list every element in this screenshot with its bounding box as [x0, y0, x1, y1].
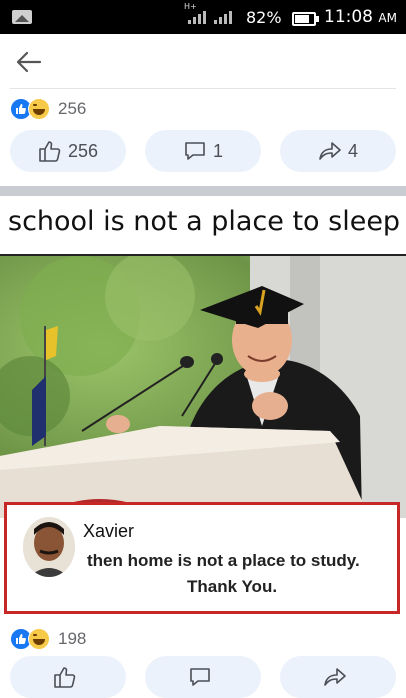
share-icon — [319, 142, 341, 160]
divider — [10, 88, 396, 89]
reaction-count: 198 — [58, 629, 87, 648]
comment-count: 1 — [212, 140, 223, 161]
post-image[interactable]: school is not a place to sleep Xavier th… — [0, 196, 406, 622]
share-icon — [324, 668, 346, 686]
post-separator — [0, 186, 406, 196]
comment-text-line1: then home is not a place to study. — [87, 551, 360, 570]
comment-author: Xavier — [83, 521, 135, 541]
battery-icon — [292, 12, 319, 26]
signal-strength-icon-sim2 — [214, 10, 232, 24]
reaction-summary[interactable]: 256 — [10, 98, 86, 120]
highlighted-comment: Xavier then home is not a place to study… — [4, 502, 400, 614]
status-clock: 11:08 AM — [324, 7, 397, 27]
thumbs-up-icon — [39, 141, 61, 162]
comment-text-line2: Thank You. — [187, 577, 278, 596]
comment-icon — [185, 142, 205, 160]
meme-photo — [0, 256, 406, 518]
clock-suffix: AM — [378, 11, 397, 25]
haha-icon — [28, 98, 50, 120]
comment-button[interactable]: 1 — [145, 130, 261, 172]
like-button[interactable] — [10, 656, 126, 698]
comment-icon — [190, 668, 210, 686]
gallery-notification-icon — [12, 10, 32, 24]
avatar — [23, 517, 75, 577]
share-button[interactable] — [280, 656, 396, 698]
battery-percent: 82% — [246, 8, 282, 27]
meme-caption: school is not a place to sleep — [8, 206, 401, 237]
reaction-summary-post2[interactable]: 198 — [10, 628, 86, 650]
top-toolbar — [0, 34, 406, 88]
thumbs-up-icon — [54, 667, 76, 688]
clock-time: 11:08 — [324, 7, 373, 27]
like-button[interactable]: 256 — [10, 130, 126, 172]
like-count: 256 — [67, 140, 99, 161]
share-count: 4 — [347, 140, 358, 161]
meme-caption-banner: school is not a place to sleep — [0, 196, 406, 256]
signal-strength-icon — [188, 10, 206, 24]
post-action-row: 256 1 4 — [10, 130, 396, 172]
haha-icon — [28, 628, 50, 650]
post-action-row-post2 — [10, 656, 396, 698]
arrow-left-icon[interactable] — [14, 48, 44, 76]
reaction-count: 256 — [58, 99, 87, 118]
comment-button[interactable] — [145, 656, 261, 698]
status-bar: H+ 82% 11:08 AM — [0, 0, 406, 34]
share-button[interactable]: 4 — [280, 130, 396, 172]
